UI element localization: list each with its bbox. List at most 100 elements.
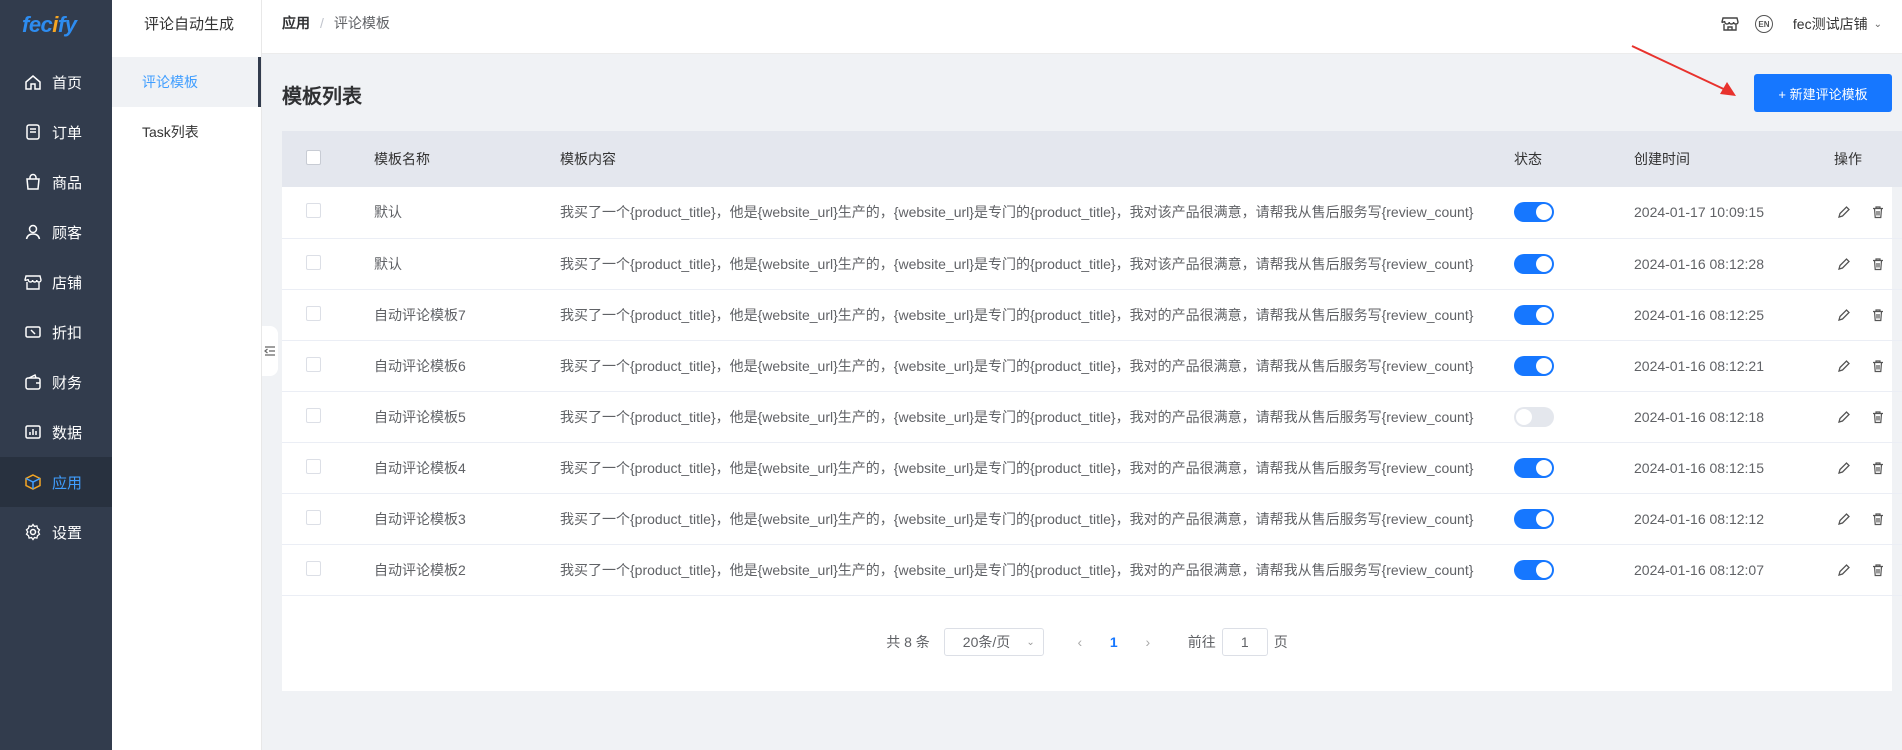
created-time-cell: 2024-01-16 08:12:07: [1634, 561, 1764, 578]
edit-icon[interactable]: [1834, 254, 1854, 274]
column-header-created: 创建时间: [1634, 151, 1690, 167]
bag-icon: [26, 173, 40, 190]
delete-icon[interactable]: [1868, 458, 1888, 478]
row-checkbox[interactable]: [306, 509, 321, 525]
column-header-status: 状态: [1514, 151, 1542, 167]
created-time-cell: 2024-01-16 08:12:28: [1634, 255, 1764, 272]
status-toggle[interactable]: [1514, 202, 1554, 223]
subnav-item-review-template[interactable]: 评论模板: [112, 57, 261, 107]
table-row: 自动评论模板7 我买了一个{product_title}，他是{website_u…: [282, 289, 1902, 340]
page-number-1[interactable]: 1: [1092, 634, 1136, 650]
created-time-cell: 2024-01-16 08:12:12: [1634, 510, 1764, 527]
nav-item-3[interactable]: 顾客: [0, 207, 112, 257]
delete-icon[interactable]: [1868, 407, 1888, 427]
store-front-icon[interactable]: [1719, 13, 1741, 35]
row-checkbox[interactable]: [306, 560, 321, 576]
table-row: 自动评论模板3 我买了一个{product_title}，他是{website_u…: [282, 493, 1902, 544]
nav-item-2[interactable]: 商品: [0, 157, 112, 207]
order-icon: [26, 124, 40, 140]
subnav-title: 评论自动生成: [144, 16, 235, 33]
store-switcher[interactable]: fec测试店铺 ⌄: [1793, 14, 1882, 34]
next-page-button[interactable]: ›: [1136, 634, 1160, 650]
template-name-cell: 自动评论模板6: [374, 357, 466, 374]
new-review-template-button[interactable]: + 新建评论模板: [1754, 74, 1892, 112]
breadcrumb-current: 评论模板: [333, 15, 390, 31]
status-toggle[interactable]: [1514, 355, 1554, 376]
template-content-cell: 我买了一个{product_title}，他是{website_url}生产的，…: [560, 459, 1474, 476]
created-time-cell: 2024-01-16 08:12:18: [1634, 408, 1764, 425]
delete-icon[interactable]: [1868, 509, 1888, 529]
status-toggle[interactable]: [1514, 304, 1554, 325]
status-toggle[interactable]: [1514, 253, 1554, 274]
table-row: 默认 我买了一个{product_title}，他是{website_url}生产…: [282, 187, 1902, 238]
nav-item-5[interactable]: 折扣: [0, 307, 112, 357]
pagination: 共 8 条 20条/页 ⌄ ‹ 1 › 前往 页: [282, 627, 1892, 657]
row-checkbox[interactable]: [306, 458, 321, 474]
edit-icon[interactable]: [1834, 202, 1854, 222]
template-table-card: 模板名称 模板内容 状态 创建时间 操作 默认 我买了一个{product_tit…: [282, 131, 1902, 691]
column-header-name: 模板名称: [374, 151, 430, 167]
nav-item-8[interactable]: 应用: [0, 457, 112, 507]
row-checkbox[interactable]: [306, 254, 321, 270]
fecify-logo[interactable]: fec i fy: [0, 0, 112, 50]
row-checkbox[interactable]: [306, 356, 321, 372]
template-name-cell: 自动评论模板3: [374, 510, 466, 527]
edit-icon[interactable]: [1834, 560, 1854, 580]
template-name-cell: 默认: [374, 255, 402, 272]
gear-icon: [25, 523, 41, 541]
status-toggle[interactable]: [1514, 406, 1554, 427]
chevron-down-icon: ⌄: [1026, 636, 1035, 648]
edit-icon[interactable]: [1834, 356, 1854, 376]
chart-icon: [25, 425, 41, 439]
page-title: 模板列表: [282, 86, 362, 108]
breadcrumb: 应用 / 评论模板: [282, 15, 390, 31]
collapse-icon: [264, 346, 275, 356]
nav-item-9[interactable]: 设置: [0, 507, 112, 557]
table-row: 自动评论模板6 我买了一个{product_title}，他是{website_u…: [282, 340, 1902, 391]
prev-page-button[interactable]: ‹: [1068, 634, 1092, 650]
nav-item-7[interactable]: 数据: [0, 407, 112, 457]
annotation-arrow-icon: [1631, 45, 1736, 96]
delete-icon[interactable]: [1868, 305, 1888, 325]
subnav-item-task-list[interactable]: Task列表: [112, 107, 261, 157]
template-content-cell: 我买了一个{product_title}，他是{website_url}生产的，…: [560, 408, 1474, 425]
delete-icon[interactable]: [1868, 356, 1888, 376]
row-checkbox[interactable]: [306, 203, 321, 219]
box-icon: [25, 474, 41, 490]
home-icon: [25, 75, 41, 90]
table-row: 自动评论模板4 我买了一个{product_title}，他是{website_u…: [282, 442, 1902, 493]
nav-item-6[interactable]: 财务: [0, 357, 112, 407]
main-nav: fec i fy 首页 订单 商品 顾客 店铺 折扣 财务 数据 应用 设置: [0, 0, 112, 750]
edit-icon[interactable]: [1834, 509, 1854, 529]
row-checkbox[interactable]: [306, 407, 321, 423]
collapse-sidebar-button[interactable]: [262, 326, 278, 376]
template-content-cell: 我买了一个{product_title}，他是{website_url}生产的，…: [560, 255, 1474, 272]
nav-item-4[interactable]: 店铺: [0, 257, 112, 307]
status-toggle[interactable]: [1514, 457, 1554, 478]
select-all-checkbox[interactable]: [306, 150, 321, 165]
table-row: 自动评论模板2 我买了一个{product_title}，他是{website_u…: [282, 544, 1902, 595]
total-count: 共 8 条: [886, 634, 930, 650]
table-row: 默认 我买了一个{product_title}，他是{website_url}生产…: [282, 238, 1902, 289]
nav-item-0[interactable]: 首页: [0, 57, 112, 107]
wallet-icon: [25, 373, 41, 390]
created-time-cell: 2024-01-17 10:09:15: [1634, 204, 1764, 221]
page-size-select[interactable]: 20条/页 ⌄: [943, 628, 1044, 656]
goto-page-input[interactable]: [1221, 628, 1268, 656]
status-toggle[interactable]: [1514, 559, 1554, 580]
delete-icon[interactable]: [1868, 254, 1888, 274]
discount-icon: [25, 326, 41, 338]
row-checkbox[interactable]: [306, 305, 321, 321]
status-toggle[interactable]: [1514, 508, 1554, 529]
edit-icon[interactable]: [1834, 305, 1854, 325]
delete-icon[interactable]: [1868, 560, 1888, 580]
delete-icon[interactable]: [1868, 202, 1888, 222]
breadcrumb-root[interactable]: 应用: [282, 15, 310, 31]
edit-icon[interactable]: [1834, 407, 1854, 427]
table-row: 自动评论模板5 我买了一个{product_title}，他是{website_u…: [282, 391, 1902, 442]
sub-nav: 评论自动生成 评论模板 Task列表: [112, 0, 262, 750]
edit-icon[interactable]: [1834, 458, 1854, 478]
nav-item-1[interactable]: 订单: [0, 107, 112, 157]
template-name-cell: 自动评论模板4: [374, 459, 466, 476]
language-icon[interactable]: EN: [1753, 13, 1775, 35]
